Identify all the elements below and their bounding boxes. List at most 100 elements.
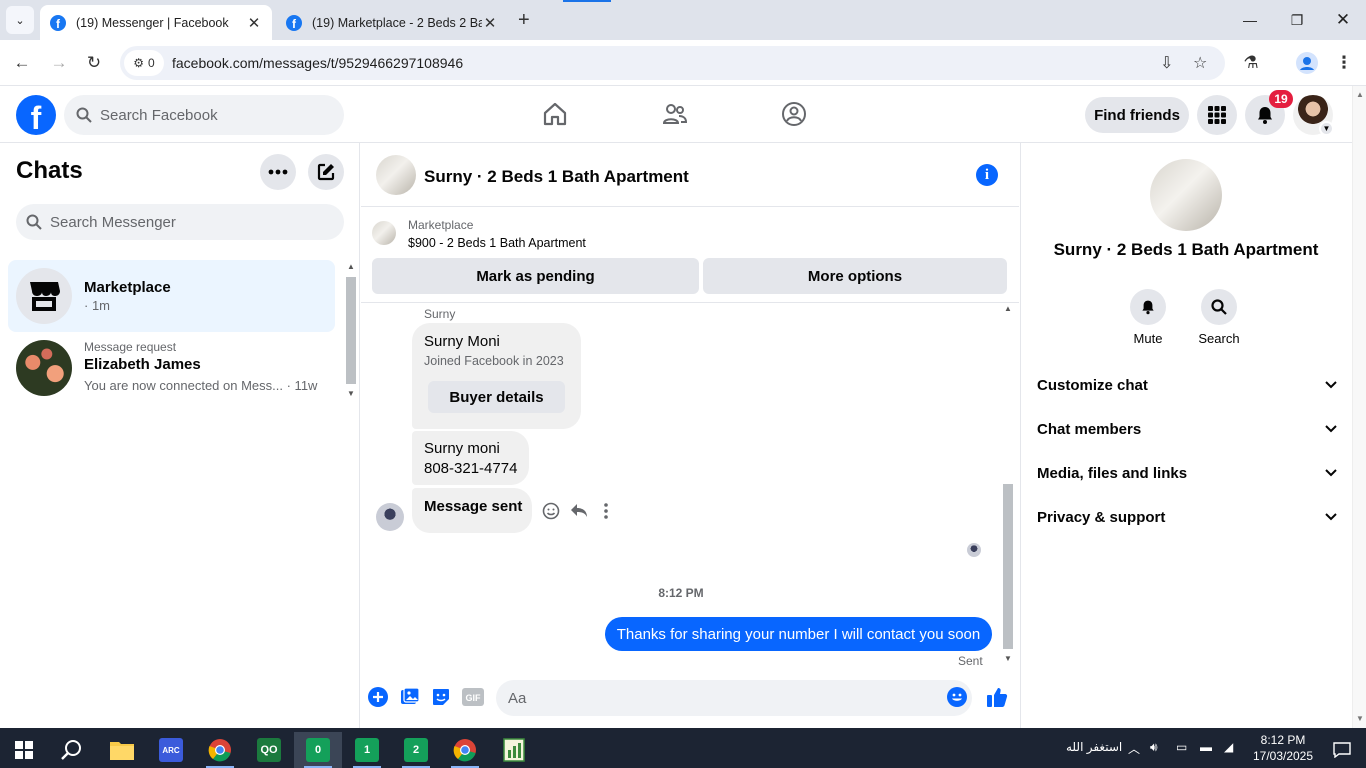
tray-expand-icon[interactable]: ︿ [1128,740,1140,757]
scroll-up-icon[interactable]: ▲ [347,262,355,271]
app-1-icon[interactable]: 1 [343,732,391,768]
chat-item-elizabeth-james[interactable]: Message request Elizabeth James You are … [8,332,335,404]
privacy-support-section[interactable]: Privacy & support [1029,495,1345,539]
close-window-icon[interactable]: ✕ [1331,8,1355,32]
listing-thumbnail[interactable] [372,221,396,245]
reload-icon[interactable]: ↻ [83,52,105,74]
tab-marketplace[interactable]: f (19) Marketplace - 2 Beds 2 Bath ✕ [276,5,508,40]
tab-messenger[interactable]: f (19) Messenger | Facebook ✕ [40,5,272,40]
listing-avatar[interactable] [1150,159,1222,231]
scroll-down-icon[interactable]: ▼ [1004,654,1012,663]
chrome-icon[interactable] [196,732,244,768]
app-0-icon[interactable]: 0 [294,732,342,768]
buyer-details-button[interactable]: Buyer details [428,381,565,413]
message-timestamp: 8:12 PM [658,586,704,600]
mute-button[interactable]: Mute [1118,289,1178,346]
menu-grid-icon[interactable] [1197,95,1237,135]
new-tab-icon[interactable]: + [518,9,530,32]
back-icon[interactable]: ← [11,52,33,74]
facebook-search-input[interactable] [100,106,320,124]
file-explorer-icon[interactable] [98,732,146,768]
chrome-profile-icon[interactable] [441,732,489,768]
volume-icon[interactable]: 🔊︎ [1150,740,1158,755]
chat-item-marketplace[interactable]: Marketplace · 1m [8,260,335,332]
facebook-search[interactable] [64,95,344,135]
site-info-button[interactable]: ⚙ 0 [124,50,164,76]
chevron-down-icon [1325,425,1337,433]
camera-icon[interactable]: ▭ [1176,740,1187,754]
tray-text[interactable]: استغفر الله [1066,740,1122,754]
close-tab-icon[interactable]: ✕ [482,14,498,32]
scroll-down-icon[interactable]: ▼ [347,389,355,398]
scrollbar-thumb[interactable] [346,277,356,384]
qooapp-icon[interactable]: QO [245,732,293,768]
chat-list-scrollbar[interactable]: ▲ ▼ [344,262,358,402]
forward-icon[interactable]: → [48,52,70,74]
facebook-logo-icon[interactable]: f [16,95,56,135]
arc-proxy-icon[interactable]: ARC [147,732,195,768]
notification-center-icon[interactable] [1318,732,1366,768]
battery-icon[interactable]: ▬ [1200,740,1212,754]
page-scrollbar[interactable]: ▲ ▼ [1352,86,1366,728]
sticker-icon[interactable] [430,686,452,708]
conversation-scrollbar[interactable]: ▲ ▼ [1001,304,1015,668]
customize-chat-section[interactable]: Customize chat [1029,363,1345,407]
tune-icon: ⚙ [133,56,145,70]
seen-by-avatar [967,543,981,557]
my-message-bubble[interactable]: Thanks for sharing your number I will co… [605,617,992,651]
chevron-down-icon[interactable]: ▼ [1319,121,1334,136]
listing-avatar[interactable] [376,155,416,195]
taskbar-search-icon[interactable] [48,732,96,768]
emoji-icon[interactable] [946,686,968,708]
scroll-up-icon[interactable]: ▲ [1356,90,1364,99]
restore-icon[interactable]: ❐ [1285,8,1309,32]
groups-icon[interactable] [780,100,808,128]
conversation-title[interactable]: Surny · 2 Beds 1 Bath Apartment [424,167,689,187]
reply-icon[interactable] [568,500,590,522]
scroll-up-icon[interactable]: ▲ [1004,304,1012,313]
labs-flask-icon[interactable]: ⚗ [1240,52,1262,74]
info-title: Surny · 2 Beds 1 Bath Apartment [1053,240,1319,259]
more-actions-icon[interactable] [595,500,617,522]
home-icon[interactable] [541,100,569,128]
thumbs-up-icon[interactable] [986,686,1008,708]
chat-options-icon[interactable] [260,154,296,190]
media-files-links-section[interactable]: Media, files and links [1029,451,1345,495]
new-message-compose-icon[interactable] [308,154,344,190]
message-bubble[interactable]: Surny moni 808-321-4774 [412,431,529,485]
message-input[interactable] [496,680,972,716]
sender-avatar[interactable] [376,503,404,531]
scrollbar-thumb[interactable] [1003,484,1013,649]
listing-price-title[interactable]: $900 - 2 Beds 1 Bath Apartment [408,236,586,250]
messenger-search[interactable] [16,204,344,240]
omnibox[interactable]: ⚙ 0 facebook.com/messages/t/952946629710… [120,46,1225,80]
gif-icon[interactable]: GIF [462,686,484,708]
bookmark-star-icon[interactable]: ☆ [1193,53,1207,73]
find-friends-button[interactable]: Find friends [1085,97,1189,133]
more-options-button[interactable]: More options [703,258,1007,294]
profile-icon[interactable] [1296,52,1318,74]
sheets-icon[interactable] [490,732,538,768]
scroll-down-icon[interactable]: ▼ [1356,714,1364,723]
conversation-info-icon[interactable]: i [976,164,998,186]
browser-address-bar: ← → ↻ ⚙ 0 facebook.com/messages/t/952946… [0,40,1366,86]
messenger-search-input[interactable] [50,213,330,231]
browser-menu-icon[interactable]: ⋮ [1333,52,1355,74]
url-text[interactable]: facebook.com/messages/t/9529466297108946 [172,55,463,71]
chat-members-section[interactable]: Chat members [1029,407,1345,451]
close-tab-icon[interactable]: ✕ [246,14,262,32]
app-2-icon[interactable]: 2 [392,732,440,768]
react-smiley-icon[interactable] [540,500,562,522]
friends-icon[interactable] [661,100,689,128]
install-app-icon[interactable]: ⇩ [1160,53,1173,73]
windows-start-icon[interactable] [0,732,48,768]
search-conversation-button[interactable]: Search [1189,289,1249,346]
attach-image-icon[interactable] [399,686,421,708]
minimize-icon[interactable]: — [1238,8,1262,32]
add-plus-icon[interactable] [367,686,389,708]
tab-search-dropdown-icon[interactable]: ⌄ [6,6,34,34]
wifi-icon[interactable]: ◢ [1224,740,1233,754]
system-clock[interactable]: 8:12 PM 17/03/2025 [1248,732,1318,764]
message-bubble[interactable]: Message sent [412,488,532,533]
mark-as-pending-button[interactable]: Mark as pending [372,258,699,294]
